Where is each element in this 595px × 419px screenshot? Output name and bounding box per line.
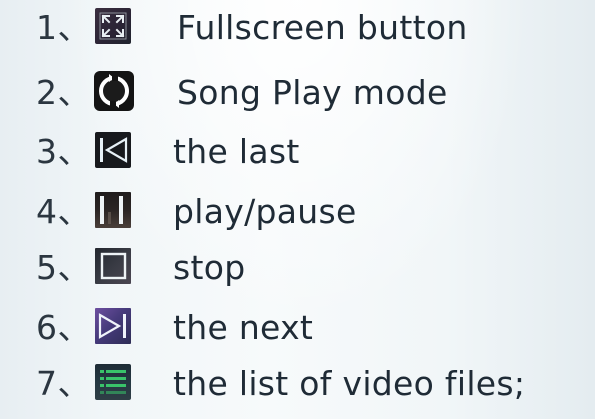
item-label: the last	[173, 132, 300, 171]
item-number: 3、	[36, 132, 91, 171]
item-number: 2、	[36, 73, 91, 112]
legend-item-play-mode: 2、 Song Play mode	[0, 65, 595, 123]
item-label: play/pause	[173, 192, 357, 231]
item-label: Song Play mode	[177, 73, 448, 112]
pause-icon[interactable]	[95, 192, 131, 228]
item-number: 1、	[36, 8, 91, 47]
legend-item-next: 6、 the next	[0, 300, 595, 358]
legend-item-stop: 5、 stop	[0, 240, 595, 298]
item-label: stop	[173, 248, 246, 287]
item-number: 4、	[36, 192, 91, 231]
stop-icon[interactable]	[95, 248, 131, 284]
item-number: 7、	[36, 364, 91, 403]
skip-previous-icon[interactable]	[95, 132, 131, 168]
legend-item-previous: 3、 the last	[0, 124, 595, 182]
repeat-icon[interactable]	[94, 71, 134, 111]
legend-item-play-pause: 4、 play/pause	[0, 184, 595, 242]
item-number: 6、	[36, 308, 91, 347]
item-label: the next	[173, 308, 314, 347]
legend-item-video-list: 7、 the list of video files;	[0, 356, 595, 414]
player-controls-legend: 1、 Fullscreen button 2、 Song Play mode 3…	[0, 0, 595, 419]
item-label: the list of video files;	[173, 364, 526, 403]
item-number: 5、	[36, 248, 91, 287]
skip-next-icon[interactable]	[95, 308, 131, 344]
fullscreen-icon[interactable]	[95, 8, 131, 44]
list-icon[interactable]	[95, 364, 131, 400]
legend-item-fullscreen: 1、 Fullscreen button	[0, 0, 595, 58]
item-label: Fullscreen button	[177, 8, 468, 47]
